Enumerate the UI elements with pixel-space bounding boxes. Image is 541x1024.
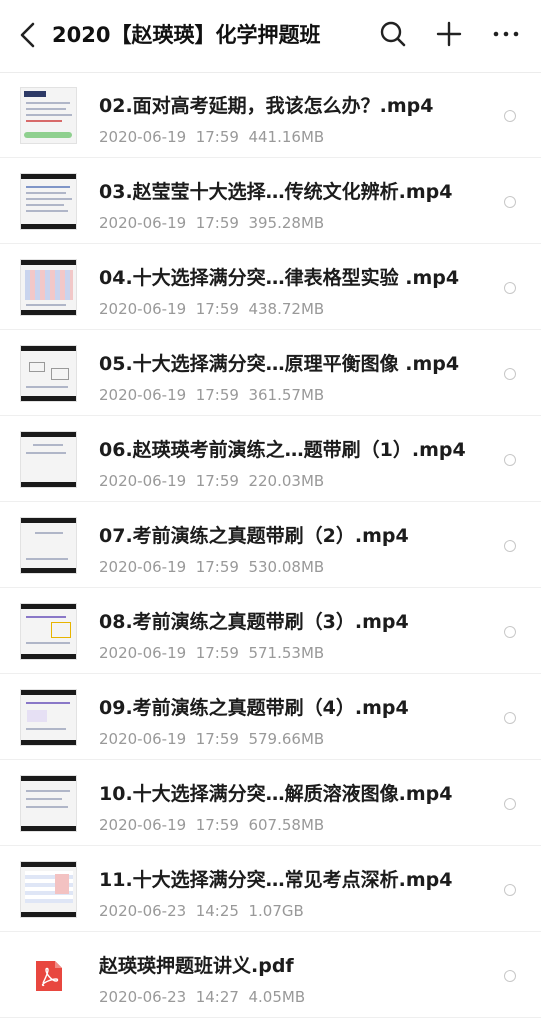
page-title: 2020【赵瑛瑛】化学押题班	[52, 23, 321, 47]
video-thumbnail	[20, 345, 77, 402]
file-name: 06.赵瑛瑛考前演练之…题带刷（1）.mp4	[99, 439, 466, 461]
select-radio[interactable]	[504, 196, 516, 208]
file-meta: 2020-06-19 17:59 571.53MB	[99, 644, 325, 662]
video-thumbnail	[20, 173, 77, 230]
more-button[interactable]	[491, 19, 521, 49]
file-row[interactable]: 03.赵莹莹十大选择…传统文化辨析.mp4 2020-06-19 17:59 3…	[0, 158, 541, 244]
file-row[interactable]: 02.面对高考延期，我该怎么办？.mp4 2020-06-19 17:59 44…	[0, 72, 541, 158]
file-name: 08.考前演练之真题带刷（3）.mp4	[99, 611, 409, 633]
file-meta: 2020-06-19 17:59 395.28MB	[99, 214, 325, 232]
video-thumbnail	[20, 689, 77, 746]
file-row[interactable]: 06.赵瑛瑛考前演练之…题带刷（1）.mp4 2020-06-19 17:59 …	[0, 416, 541, 502]
file-name: 09.考前演练之真题带刷（4）.mp4	[99, 697, 409, 719]
select-radio[interactable]	[504, 970, 516, 982]
file-meta: 2020-06-19 17:59 607.58MB	[99, 816, 325, 834]
file-meta: 2020-06-19 17:59 361.57MB	[99, 386, 325, 404]
search-icon	[380, 21, 406, 47]
file-name: 03.赵莹莹十大选择…传统文化辨析.mp4	[99, 181, 453, 203]
file-name: 赵瑛瑛押题班讲义.pdf	[99, 955, 294, 977]
file-meta: 2020-06-23 14:25 1.07GB	[99, 902, 304, 920]
file-name: 04.十大选择满分突…律表格型实验 .mp4	[99, 267, 460, 289]
select-radio[interactable]	[504, 884, 516, 896]
file-meta: 2020-06-19 17:59 220.03MB	[99, 472, 325, 490]
file-name: 05.十大选择满分突…原理平衡图像 .mp4	[99, 353, 460, 375]
select-radio[interactable]	[504, 626, 516, 638]
file-row[interactable]: 07.考前演练之真题带刷（2）.mp4 2020-06-19 17:59 530…	[0, 502, 541, 588]
select-radio[interactable]	[504, 282, 516, 294]
file-meta: 2020-06-19 17:59 441.16MB	[99, 128, 325, 146]
select-radio[interactable]	[504, 798, 516, 810]
file-name: 11.十大选择满分突…常见考点深析.mp4	[99, 869, 453, 891]
select-radio[interactable]	[504, 454, 516, 466]
file-row[interactable]: 09.考前演练之真题带刷（4）.mp4 2020-06-19 17:59 579…	[0, 674, 541, 760]
file-meta: 2020-06-23 14:27 4.05MB	[99, 988, 306, 1006]
file-name: 10.十大选择满分突…解质溶液图像.mp4	[99, 783, 453, 805]
file-name: 02.面对高考延期，我该怎么办？.mp4	[99, 95, 434, 117]
file-name: 07.考前演练之真题带刷（2）.mp4	[99, 525, 409, 547]
pdf-icon	[36, 961, 62, 991]
select-radio[interactable]	[504, 110, 516, 122]
video-thumbnail	[20, 517, 77, 574]
more-icon	[493, 31, 519, 37]
back-button[interactable]	[14, 20, 44, 50]
file-meta: 2020-06-19 17:59 530.08MB	[99, 558, 325, 576]
file-row[interactable]: 10.十大选择满分突…解质溶液图像.mp4 2020-06-19 17:59 6…	[0, 760, 541, 846]
file-row[interactable]: 11.十大选择满分突…常见考点深析.mp4 2020-06-23 14:25 1…	[0, 846, 541, 932]
file-row[interactable]: 05.十大选择满分突…原理平衡图像 .mp4 2020-06-19 17:59 …	[0, 330, 541, 416]
file-meta: 2020-06-19 17:59 438.72MB	[99, 300, 325, 318]
add-button[interactable]	[434, 19, 464, 49]
plus-icon	[436, 21, 462, 47]
select-radio[interactable]	[504, 712, 516, 724]
video-thumbnail	[20, 861, 77, 918]
back-icon	[20, 22, 35, 48]
file-row[interactable]: 08.考前演练之真题带刷（3）.mp4 2020-06-19 17:59 571…	[0, 588, 541, 674]
select-radio[interactable]	[504, 540, 516, 552]
file-meta: 2020-06-19 17:59 579.66MB	[99, 730, 325, 748]
file-row[interactable]: 赵瑛瑛押题班讲义.pdf 2020-06-23 14:27 4.05MB	[0, 932, 541, 1018]
video-thumbnail	[20, 431, 77, 488]
video-thumbnail	[20, 775, 77, 832]
search-button[interactable]	[378, 19, 408, 49]
file-row[interactable]: 04.十大选择满分突…律表格型实验 .mp4 2020-06-19 17:59 …	[0, 244, 541, 330]
top-bar: 2020【赵瑛瑛】化学押题班	[0, 0, 541, 73]
video-thumbnail	[20, 87, 77, 144]
file-list: 02.面对高考延期，我该怎么办？.mp4 2020-06-19 17:59 44…	[0, 72, 541, 1018]
select-radio[interactable]	[504, 368, 516, 380]
video-thumbnail	[20, 603, 77, 660]
video-thumbnail	[20, 259, 77, 316]
